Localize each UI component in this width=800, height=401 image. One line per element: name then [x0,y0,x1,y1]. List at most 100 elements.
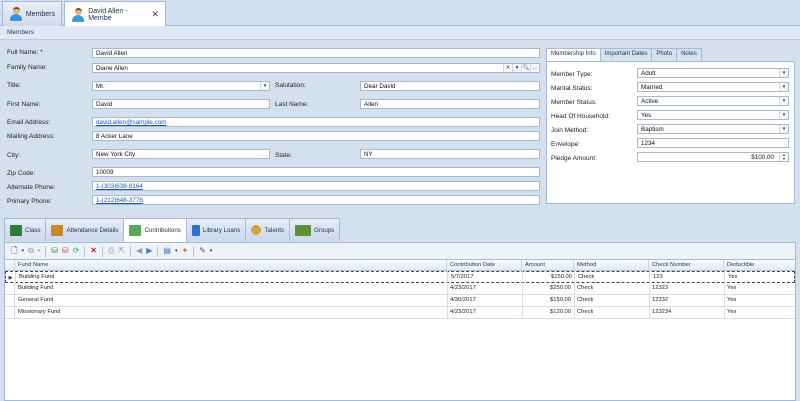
close-tab-icon[interactable]: ✕ [151,9,159,20]
last-name-input[interactable]: Allen [360,99,540,109]
chevron-down-icon[interactable]: ▾ [779,97,788,105]
spin-icon[interactable]: ▴ ▾ [779,153,788,161]
tab-membership-info[interactable]: Membership Info [546,48,601,61]
table-row[interactable]: General Fund 4/30/2017 $150.00 Check 123… [5,295,795,307]
email-input[interactable]: david.allen@sample.com [92,117,540,127]
cell-amount: $150.00 [550,297,571,303]
table-row[interactable]: Building Fund 4/23/2017 $250.00 Check 12… [5,283,795,295]
cell-fund-name: General Fund [18,297,54,303]
save-close-icon[interactable]: ⛁ [62,247,69,255]
delete-icon[interactable]: ✕ [90,247,97,255]
envelope-input[interactable]: 1234 [637,138,789,148]
row-indicator [5,295,15,307]
tab-contributions[interactable]: Contributions [123,218,187,242]
table-row[interactable]: Missionary Fund 4/23/2017 $120.00 Check … [5,307,795,319]
tools-icon[interactable]: ✦ [182,247,189,255]
column-header-check-number[interactable]: Check Number [649,260,724,271]
family-name-input[interactable]: Diane Allen ✕ ▾ 🔍 … [92,63,540,73]
tab-talents-label: Talents [264,226,285,234]
cell-method: Check [577,285,594,291]
cell-method: Check [577,297,594,303]
mailing-address-input[interactable]: 8 Acker Lane [92,131,540,141]
state-input[interactable]: NY [360,149,540,159]
tab-attendance-label: Attendance Details [66,226,119,234]
envelope-label: Envelope: [551,141,580,148]
save-icon[interactable]: ⛁ [51,247,58,255]
join-method-select[interactable]: Baptism ▾ [637,124,789,134]
chevron-down-icon[interactable]: ▾ [38,247,41,255]
zip-code-input[interactable]: 10009 [92,167,540,177]
tab-important-dates[interactable]: Important Dates [599,48,653,61]
talents-icon [251,225,262,235]
search-icon[interactable]: 🔍 [521,64,530,72]
chevron-down-icon[interactable]: ▾ [779,125,788,133]
tab-notes[interactable]: Notes [676,48,702,61]
cell-fund-name: Building Fund [19,274,55,280]
member-status-select[interactable]: Active ▾ [637,96,789,106]
dropdown-icon[interactable]: ▾ [512,64,521,72]
last-name-label: Last Name: [275,101,309,108]
primary-phone-label: Primary Phone: [7,198,52,205]
tab-members[interactable]: Members [2,1,62,26]
chevron-down-icon[interactable]: ▾ [175,247,178,255]
full-name-input[interactable]: David Allen [92,48,540,58]
join-method-label: Join Method: [551,127,589,134]
title-select[interactable]: Mr. ▾ [92,81,270,91]
previous-icon[interactable]: ◀ [136,247,142,255]
family-name-value: Diane Allen [96,65,128,72]
chevron-down-icon[interactable]: ▾ [779,83,788,91]
city-input[interactable]: New York City [92,149,270,159]
row-indicator-header [5,260,15,271]
salutation-input[interactable]: Dear David [360,81,540,91]
print-preview-icon[interactable]: ▤ [163,247,171,255]
member-status-value: Active [641,98,659,105]
contributions-icon [129,225,142,236]
tab-class[interactable]: Class [4,218,47,241]
detail-tab-bar: Class Attendance Details Contributions L… [4,218,341,242]
chevron-down-icon[interactable]: ▾ [779,69,788,77]
marital-status-select[interactable]: Married ▾ [637,82,789,92]
first-name-input[interactable]: David [92,99,270,109]
title-value: Mr. [96,83,105,90]
pledge-amount-input[interactable]: $100.00 ▴ ▾ [637,152,789,162]
breadcrumb: Members [0,26,800,40]
new-record-icon[interactable]: 🗋 [11,247,17,255]
head-of-household-select[interactable]: Yes ▾ [637,110,789,120]
grid-toolbar: 🗋 ▾ ⧉ ▾ ⛁ ⛁ ⟳ ✕ ⎙ ⇱ ◀ ▶ ▤ ▾ ✦ ✎ ▾ [4,242,796,259]
chevron-down-icon[interactable]: ▾ [779,111,788,119]
clear-icon[interactable]: ✕ [503,64,512,72]
print-icon[interactable]: ⎙ [108,247,114,255]
tab-david-allen[interactable]: David Allen - Membe ✕ [64,1,166,27]
refresh-icon[interactable]: ⟳ [73,247,80,255]
export-icon[interactable]: ⇱ [118,247,125,255]
alternate-phone-input[interactable]: 1-(303)638-8164 [92,181,540,191]
member-type-select[interactable]: Adult ▾ [637,68,789,78]
chevron-down-icon[interactable]: ▾ [21,247,24,255]
toolbar-separator [130,245,132,257]
tab-photo[interactable]: Photo [651,48,678,61]
column-divider [522,271,523,319]
edit-icon[interactable]: ✎ [199,247,206,255]
chevron-down-icon[interactable]: ▾ [210,247,213,255]
tab-attendance-details[interactable]: Attendance Details [45,218,125,241]
tab-talents[interactable]: Talents [245,218,291,241]
table-row[interactable]: ▶ Building Fund 5/7/2017 $150.00 Check 1… [5,271,795,284]
column-header-fund-name[interactable]: Fund Name [15,260,447,271]
member-type-label: Member Type: [551,71,593,78]
city-label: City: [7,152,20,159]
tab-groups[interactable]: Groups [289,218,341,241]
column-header-method[interactable]: Method [574,260,649,271]
column-header-deductible[interactable]: Deductible [724,260,795,271]
cell-contribution-date: 5/7/2017 [451,274,474,280]
copy-icon[interactable]: ⧉ [28,247,34,255]
membership-info-panel: Member Type: Adult ▾ Marital Status: Mar… [546,61,795,204]
column-header-amount[interactable]: Amount [522,260,574,271]
next-icon[interactable]: ▶ [146,247,152,255]
cell-deductible: Yes [727,309,737,315]
primary-phone-input[interactable]: 1-(212)648-3778 [92,195,540,205]
column-header-contribution-date[interactable]: Contribution Date [447,260,522,271]
chevron-down-icon[interactable]: ▾ [260,82,269,90]
cell-amount: $250.00 [550,285,571,291]
tab-library-loans[interactable]: Library Loans [185,218,247,241]
more-icon[interactable]: … [530,64,539,72]
